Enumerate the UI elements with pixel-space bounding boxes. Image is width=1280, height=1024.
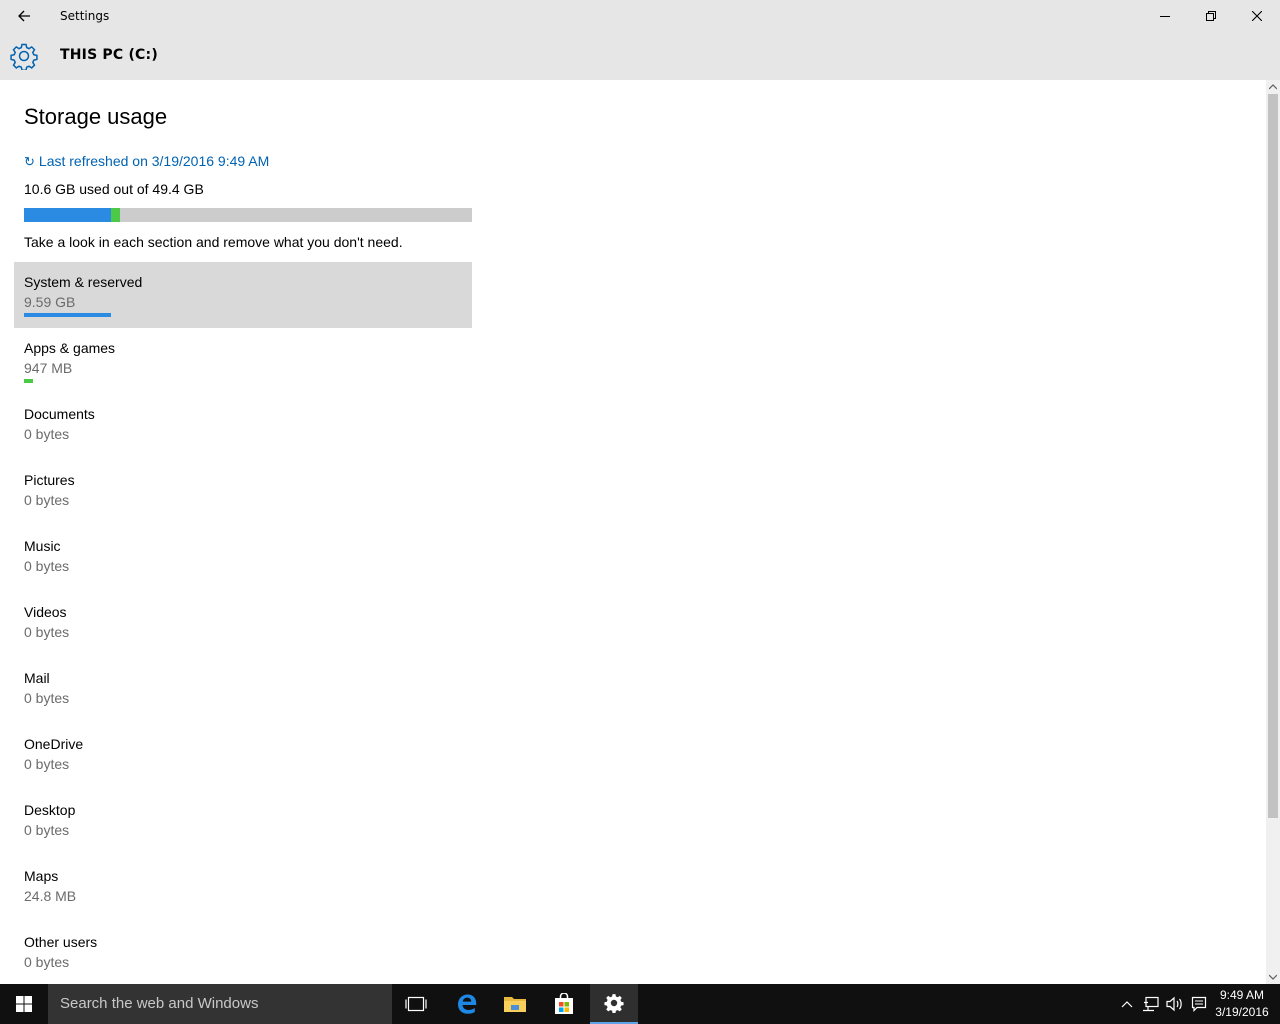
storage-category-item[interactable]: Apps & games 947 MB (14, 328, 472, 394)
minimize-icon (1160, 16, 1170, 17)
storage-category-item[interactable]: OneDrive 0 bytes (14, 724, 472, 790)
category-name: Desktop (24, 802, 76, 818)
windows-logo-icon (16, 996, 32, 1012)
action-center-button[interactable] (1188, 984, 1210, 1024)
scroll-thumb[interactable] (1268, 94, 1278, 818)
usage-bar-apps-segment (111, 208, 120, 222)
scroll-down-button[interactable] (1266, 970, 1280, 984)
back-button[interactable] (8, 0, 40, 32)
taskbar-clock[interactable]: 9:49 AM 3/19/2016 (1212, 987, 1272, 1021)
title-bar: Settings (0, 0, 1280, 32)
taskbar-search-box[interactable]: Search the web and Windows (48, 984, 392, 1024)
storage-category-item[interactable]: Maps 24.8 MB (14, 856, 472, 922)
volume-button[interactable] (1164, 984, 1186, 1024)
hint-text: Take a look in each section and remove w… (24, 234, 403, 250)
file-explorer-button[interactable] (491, 984, 539, 1024)
content-area: Storage usage ↻ Last refreshed on 3/19/20… (0, 80, 1266, 984)
vertical-scrollbar[interactable] (1266, 80, 1280, 984)
page-header-title: THIS PC (C:) (60, 47, 158, 63)
storage-category-item[interactable]: System & reserved 9.59 GB (14, 262, 472, 328)
search-placeholder: Search the web and Windows (60, 995, 259, 1012)
category-usage-bar (24, 379, 33, 383)
volume-icon (1166, 996, 1182, 1012)
storage-category-item[interactable]: Other users 0 bytes (14, 922, 472, 984)
category-size: 0 bytes (24, 624, 70, 640)
clock-date: 3/19/2016 (1215, 1005, 1269, 1019)
file-explorer-icon (504, 997, 526, 1012)
category-size: 0 bytes (24, 426, 70, 442)
category-list: System & reserved 9.59 GB Apps & games 947 … (14, 262, 472, 984)
category-size: 0 bytes (24, 954, 70, 970)
category-name: Documents (24, 406, 95, 422)
network-icon (1143, 996, 1159, 1012)
category-size: 947 MB (24, 360, 73, 376)
clock-time: 9:49 AM (1219, 988, 1265, 1002)
close-icon (1252, 11, 1262, 21)
scroll-up-button[interactable] (1266, 80, 1280, 94)
category-name: Music (24, 538, 61, 554)
category-name: Other users (24, 934, 98, 950)
category-name: Apps & games (24, 340, 116, 356)
storage-category-item[interactable]: Documents 0 bytes (14, 394, 472, 460)
chevron-up-icon (1121, 1001, 1133, 1008)
category-name: Maps (24, 868, 59, 884)
settings-icon (604, 994, 624, 1013)
restore-icon (1206, 11, 1216, 21)
show-hidden-icons-button[interactable] (1118, 984, 1136, 1024)
refresh-text: Last refreshed on 3/19/2016 9:49 AM (38, 153, 270, 169)
store-icon (555, 993, 573, 1014)
category-name: Mail (24, 670, 50, 686)
page-header: THIS PC (C:) (0, 32, 1280, 80)
window-title: Settings (60, 9, 110, 23)
chevron-down-icon (1269, 974, 1277, 980)
storage-category-item[interactable]: Videos 0 bytes (14, 592, 472, 658)
category-size: 0 bytes (24, 690, 70, 706)
usage-bar-system-segment (24, 208, 111, 222)
storage-category-item[interactable]: Music 0 bytes (14, 526, 472, 592)
category-name: System & reserved (24, 274, 143, 290)
category-name: Videos (24, 604, 67, 620)
category-name: Pictures (24, 472, 75, 488)
store-button[interactable] (540, 984, 588, 1024)
taskbar: Search the web and Windows 9:49 AM 3/19/… (0, 984, 1280, 1024)
action-center-icon (1191, 996, 1207, 1012)
category-usage-bar (24, 313, 111, 317)
storage-category-item[interactable]: Mail 0 bytes (14, 658, 472, 724)
page-title: Storage usage (24, 104, 168, 129)
gear-icon (10, 43, 38, 70)
storage-category-item[interactable]: Desktop 0 bytes (14, 790, 472, 856)
refresh-icon: ↻ (24, 154, 35, 169)
settings-taskbar-button[interactable] (590, 984, 638, 1024)
start-button[interactable] (0, 984, 48, 1024)
network-button[interactable] (1140, 984, 1162, 1024)
minimize-button[interactable] (1142, 0, 1188, 32)
category-size: 0 bytes (24, 492, 70, 508)
back-arrow-icon (18, 10, 30, 22)
restore-button[interactable] (1188, 0, 1234, 32)
task-view-icon (405, 996, 427, 1012)
refresh-link[interactable]: ↻ Last refreshed on 3/19/2016 9:49 AM (24, 153, 269, 170)
close-button[interactable] (1234, 0, 1280, 32)
edge-button[interactable] (443, 984, 491, 1024)
storage-usage-bar (24, 208, 472, 222)
task-view-button[interactable] (392, 984, 440, 1024)
category-size: 0 bytes (24, 822, 70, 838)
chevron-up-icon (1269, 84, 1277, 90)
edge-icon (458, 994, 477, 1014)
category-size: 9.59 GB (24, 294, 76, 310)
storage-category-item[interactable]: Pictures 0 bytes (14, 460, 472, 526)
category-size: 0 bytes (24, 756, 70, 772)
used-space-text: 10.6 GB used out of 49.4 GB (24, 181, 204, 197)
category-size: 24.8 MB (24, 888, 77, 904)
category-size: 0 bytes (24, 558, 70, 574)
category-name: OneDrive (24, 736, 84, 752)
